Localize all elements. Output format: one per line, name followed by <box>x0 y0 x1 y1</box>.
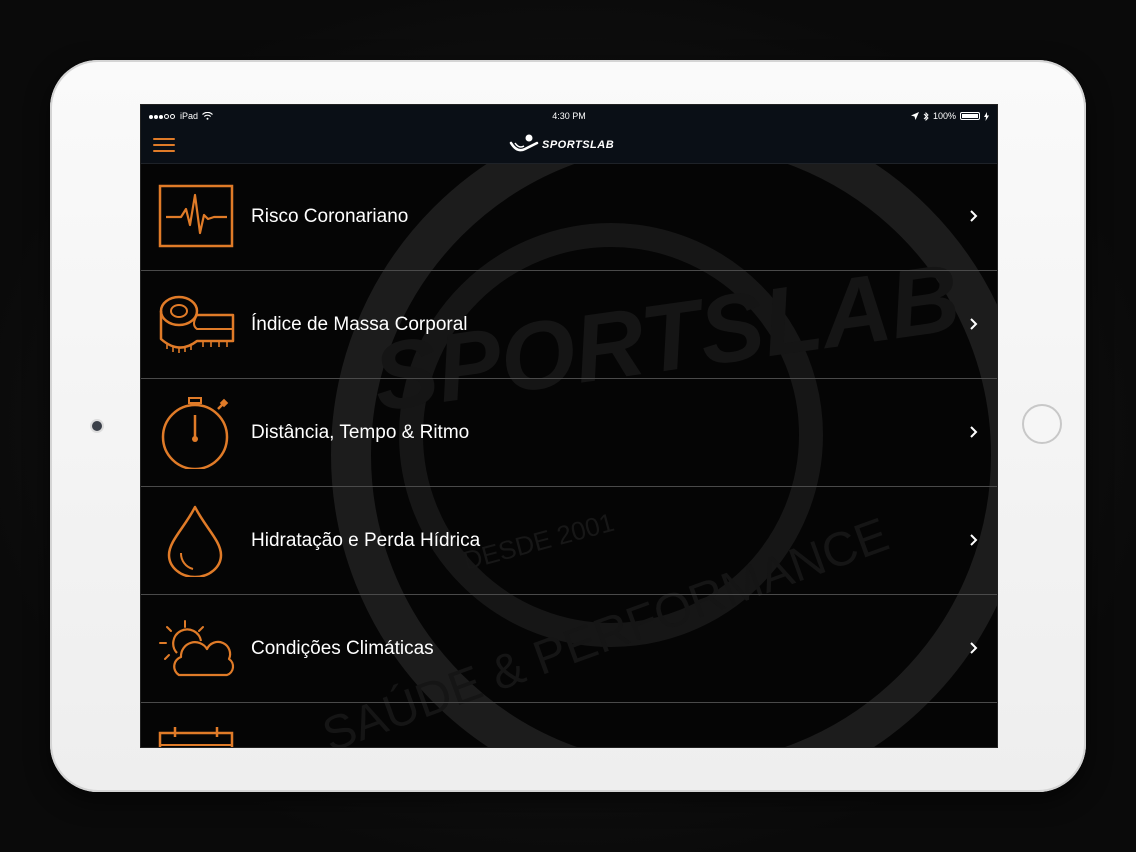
list-item-label: Índice de Massa Corporal <box>251 314 468 335</box>
home-button[interactable] <box>1022 404 1062 444</box>
list-item-label: Condições Climáticas <box>251 638 434 659</box>
hamburger-menu-icon[interactable] <box>153 135 175 155</box>
list-item-risco-coronariano[interactable]: Risco Coronariano <box>141 163 997 271</box>
chevron-right-icon <box>970 642 978 654</box>
measuring-tape-icon <box>159 295 235 353</box>
list-item-label: Risco Coronariano <box>251 206 409 227</box>
status-bar: iPad 4:30 PM 100% <box>141 105 997 127</box>
water-drop-icon <box>167 505 223 577</box>
chevron-right-icon <box>970 426 978 438</box>
list-item-indice-massa-corporal[interactable]: Índice de Massa Corporal <box>141 271 997 379</box>
runner-logo-icon <box>509 134 539 152</box>
ipad-frame: SPORTSLAB SAÚDE & PERFORMANCE DESDE 2001… <box>50 60 1086 792</box>
list-item-hidratacao-perda-hidrica[interactable]: Hidratação e Perda Hídrica <box>141 487 997 595</box>
list-item-condicoes-climaticas[interactable]: Condições Climáticas <box>141 595 997 703</box>
sportslab-logo: SPORTSLAB <box>509 131 629 159</box>
list-item-distancia-tempo-ritmo[interactable]: Distância, Tempo & Ritmo <box>141 379 997 487</box>
battery-icon <box>960 112 980 120</box>
background: SPORTSLAB SAÚDE & PERFORMANCE DESDE 2001… <box>0 0 1136 852</box>
heartbeat-monitor-icon <box>158 184 234 248</box>
battery-percent: 100% <box>932 111 956 121</box>
calendar-icon <box>158 727 234 747</box>
logo-text: SPORTSLAB <box>542 139 615 151</box>
list-item-partial[interactable] <box>141 703 997 747</box>
list-item-label: Hidratação e Perda Hídrica <box>251 530 481 551</box>
bluetooth-icon <box>923 111 929 121</box>
chevron-right-icon <box>970 318 978 330</box>
camera <box>92 421 102 431</box>
location-arrow-icon <box>910 112 919 120</box>
charging-icon <box>984 111 989 121</box>
menu-list: Risco Coronariano Índice de Massa Corpor… <box>141 163 997 747</box>
status-right: 100% <box>910 111 989 121</box>
list-item-label: Distância, Tempo & Ritmo <box>251 422 470 443</box>
chevron-right-icon <box>970 534 978 546</box>
navigation-bar: SPORTSLAB <box>141 127 997 164</box>
chevron-right-icon <box>970 210 978 222</box>
status-time: 4:30 PM <box>552 111 586 121</box>
stopwatch-icon <box>161 397 229 469</box>
sun-cloud-icon <box>159 620 235 677</box>
app-screen: SPORTSLAB SAÚDE & PERFORMANCE DESDE 2001… <box>140 104 998 748</box>
